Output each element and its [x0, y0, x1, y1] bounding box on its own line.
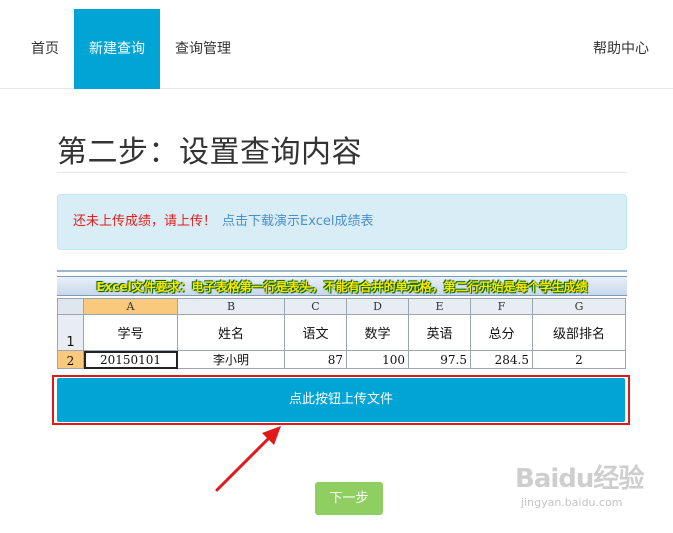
column-header: B [177, 298, 285, 315]
column-header: F [470, 298, 533, 315]
alert-warning-text: 还未上传成绩，请上传！ [73, 214, 217, 229]
download-sample-link[interactable]: 点击下载演示Excel成绩表 [222, 214, 373, 229]
nav-help-center[interactable]: 帮助中心 [581, 9, 661, 89]
table-cell: 2 [532, 350, 626, 369]
table-cell: 97.5 [408, 350, 471, 369]
row-header: 2 [57, 350, 84, 369]
page-title: 第二步：设置查询内容 [57, 135, 362, 170]
sheet-banner: Excel文件要求：电子表格第一行是表头，不能有合并的单元格，第二行开始是每个学… [57, 276, 627, 296]
column-header: D [346, 298, 409, 315]
column-header: C [284, 298, 347, 315]
watermark-main-text: Baidu经验 [515, 464, 644, 494]
nav-new-query[interactable]: 新建查询 [74, 9, 160, 89]
table-cell: 学号 [83, 314, 178, 351]
table-cell: 语文 [284, 314, 347, 351]
table-row: 1 学号 姓名 语文 数学 英语 总分 级部排名 [57, 314, 626, 351]
baidu-watermark-logo: Baidu经验 jingyan.baidu.com [515, 458, 665, 518]
upload-alert: 还未上传成绩，请上传！ 点击下载演示Excel成绩表 [57, 194, 627, 250]
sample-spreadsheet-image: Excel文件要求：电子表格第一行是表头，不能有合并的单元格，第二行开始是每个学… [57, 270, 627, 370]
watermark-sub-text: jingyan.baidu.com [521, 496, 623, 509]
table-cell: 李小明 [177, 350, 285, 369]
table-cell: 100 [346, 350, 409, 369]
sheet-banner-text: Excel文件要求：电子表格第一行是表头，不能有合并的单元格，第二行开始是每个学… [96, 280, 588, 294]
upload-file-button[interactable]: 点此按钮上传文件 [57, 378, 625, 422]
nav-query-management[interactable]: 查询管理 [160, 9, 246, 89]
table-cell: 总分 [470, 314, 533, 351]
sheet-corner [57, 298, 84, 315]
row-header: 1 [57, 314, 84, 351]
table-row: 2 20150101 李小明 87 100 97.5 284.5 2 [57, 350, 626, 369]
table-cell: 20150101 [83, 350, 178, 369]
column-header: G [532, 298, 626, 315]
top-navbar: 首页 新建查询 查询管理 帮助中心 [0, 0, 673, 89]
table-cell: 87 [284, 350, 347, 369]
nav-home[interactable]: 首页 [18, 9, 72, 89]
column-header: A [83, 298, 178, 315]
table-cell: 284.5 [470, 350, 533, 369]
title-divider [57, 172, 627, 173]
table-cell: 级部排名 [532, 314, 626, 351]
next-step-button[interactable]: 下一步 [315, 482, 383, 515]
table-cell: 英语 [408, 314, 471, 351]
table-cell: 数学 [346, 314, 409, 351]
sheet-grid: A B C D E F G 1 学号 姓名 语文 数学 英语 总分 级部排名 2… [57, 298, 626, 369]
column-header: E [408, 298, 471, 315]
table-cell: 姓名 [177, 314, 285, 351]
